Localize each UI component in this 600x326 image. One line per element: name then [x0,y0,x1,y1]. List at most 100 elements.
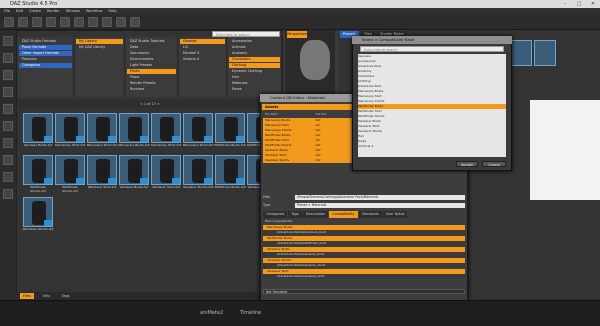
parameters-icon[interactable] [3,87,13,97]
path-field[interactable]: /People/Genesis/Clothing/Adventure Pack/… [295,194,465,200]
nav-item[interactable]: Materials [229,81,280,86]
tab-user-notes[interactable]: User Notes [382,211,408,218]
nav-item[interactable]: Animals [229,45,280,50]
asset-tile[interactable]: Mercenary Shirt.duf [54,113,86,155]
nav-item[interactable]: DAZ Studio Tutorials [127,39,176,44]
smart-content-icon[interactable] [3,53,13,63]
asset-tile[interactable]: Mercenary Boots.duf [118,113,150,155]
compat-path[interactable]: /Adventure Pack/vanderer_short [263,263,465,268]
minimize-button[interactable]: – [558,0,572,8]
asset-label: Mercenary Boots.duf [118,143,150,147]
compat-path[interactable]: /Adventure Pack/vanderer_boot [263,252,465,257]
new-scene-icon[interactable] [4,16,14,27]
compat-path[interactable]: /Adventure Pack/adventure_boot [263,230,465,235]
compat-path[interactable]: /Adventure Pack/vanderer_shirt [263,274,465,279]
nav-item[interactable]: My DAZ Library [76,45,123,50]
surfaces-icon[interactable] [3,104,13,114]
page-navigator[interactable]: < 1 of 17 > [18,100,282,108]
cameras-icon[interactable] [3,138,13,148]
type-select[interactable]: Preset > Materials [295,202,465,208]
asset-tile[interactable]: Mercenary Short.duf [182,113,214,155]
nav-item[interactable]: Accessories [229,39,280,44]
tab-info[interactable]: Info [40,293,53,299]
nav-item[interactable]: DAZ Studio Formats [19,39,72,44]
nav-item[interactable]: My Library [76,39,123,44]
asset-thumbnail [55,113,85,143]
content-library-icon[interactable] [3,36,13,46]
viewport-camera-tab[interactable]: Perspective [287,31,307,38]
nav-column-categories: Accessories Animals Anatomy Characters C… [228,37,282,97]
save-icon[interactable] [32,16,42,27]
nav-item[interactable]: Poser Formats [19,45,72,50]
asset-tile[interactable]: Wanderer Shorts.duf [22,197,54,239]
animate2-tab[interactable]: aniMate2 [200,310,223,316]
timeline-tab[interactable]: Timeline [240,310,261,316]
tab-compatibility[interactable]: Compatibility [329,211,358,218]
nav-item[interactable]: Runtime [127,87,176,92]
nav-item[interactable]: Props [127,75,176,80]
nav-item[interactable]: Data [127,45,176,50]
nav-item[interactable]: Characters [229,57,280,62]
open-icon[interactable] [18,16,28,27]
asset-tile[interactable]: Sandeau Boots.duf [22,113,54,155]
nav-item[interactable]: Michael 4 [180,51,225,56]
asset-tile[interactable]: PathFinder Shorts.duf [54,155,86,197]
lights-icon[interactable] [3,121,13,131]
asset-tile[interactable]: Vanderer Shirt.duf [150,155,182,197]
scene-icon[interactable] [3,70,13,80]
tab-tags[interactable]: Tags [288,211,302,218]
compat-cancel-button[interactable]: Cancel [482,161,506,167]
maximize-button[interactable]: □ [572,0,586,8]
nav-item[interactable]: Poses [229,87,280,92]
scale-tool-icon[interactable] [116,16,126,27]
nav-item[interactable]: Other Import Formats [19,51,72,56]
asset-tile[interactable]: Mercenary Shirt.duf [150,113,182,155]
render-settings-icon[interactable] [3,155,13,165]
nav-item[interactable]: Light Presets [127,63,176,68]
compat-path[interactable]: /Adventure Pack/pathfinder_boot [263,241,465,246]
nav-item[interactable]: Genesis [180,39,225,44]
nav-item[interactable]: Victoria 4 [180,57,225,62]
rotate-tool-icon[interactable] [102,16,112,27]
tab-standards[interactable]: Standards [358,211,382,218]
nav-item[interactable]: Anatomy [229,51,280,56]
preset-thumbnail[interactable] [510,40,532,66]
asset-tile[interactable]: Vanderer Shorts.duf [182,155,214,197]
tree-item[interactable]: /Victoria 4 [358,144,506,149]
preset-thumbnail[interactable] [534,40,556,66]
asset-tile[interactable]: Mercenary Short.duf [86,113,118,155]
nav-item[interactable]: Poses [127,69,176,74]
col-header[interactable]: File Path [263,112,314,117]
nav-item[interactable]: Hair [229,75,280,80]
nav-item[interactable]: Dynamic Clothing [229,69,280,74]
asset-tile[interactable]: PathFinder Shorts.duf [22,155,54,197]
move-tool-icon[interactable] [88,16,98,27]
tab-categories[interactable]: Categories [263,211,288,218]
tab-tags[interactable]: Tags [59,293,73,299]
compat-accept-button[interactable]: Accept [456,161,478,167]
redo-icon[interactable] [60,16,70,27]
nav-item[interactable]: Products [19,57,72,62]
compat-search-input[interactable]: Enter text to search [360,46,504,52]
close-button[interactable]: ✕ [586,0,600,8]
shaping-icon[interactable] [3,172,13,182]
nav-item[interactable]: Environments [127,57,176,62]
nav-item[interactable]: Clothing [229,63,280,68]
asset-tile[interactable]: PathFinder Boots.duf [214,113,246,155]
render-icon[interactable] [130,16,140,27]
undo-icon[interactable] [46,16,56,27]
filter-select[interactable]: Not Standard [263,288,465,294]
type-label: Type [263,203,271,207]
asset-tile[interactable]: Wanderer Shirt.duf [86,155,118,197]
duf-badge-icon [236,136,244,142]
asset-tile[interactable]: PathFinder Boots.duf [214,155,246,197]
asset-tile[interactable]: Vanderer Boots.duf [118,155,150,197]
posing-icon[interactable] [3,189,13,199]
nav-item[interactable]: Render Presets [127,81,176,86]
nav-item[interactable]: Categories [19,63,72,68]
tab-description[interactable]: Description [302,211,329,218]
tab-files[interactable]: Files [20,293,34,299]
nav-item[interactable]: Lili [180,45,225,50]
nav-item[interactable]: Documents [127,51,176,56]
select-tool-icon[interactable] [74,16,84,27]
